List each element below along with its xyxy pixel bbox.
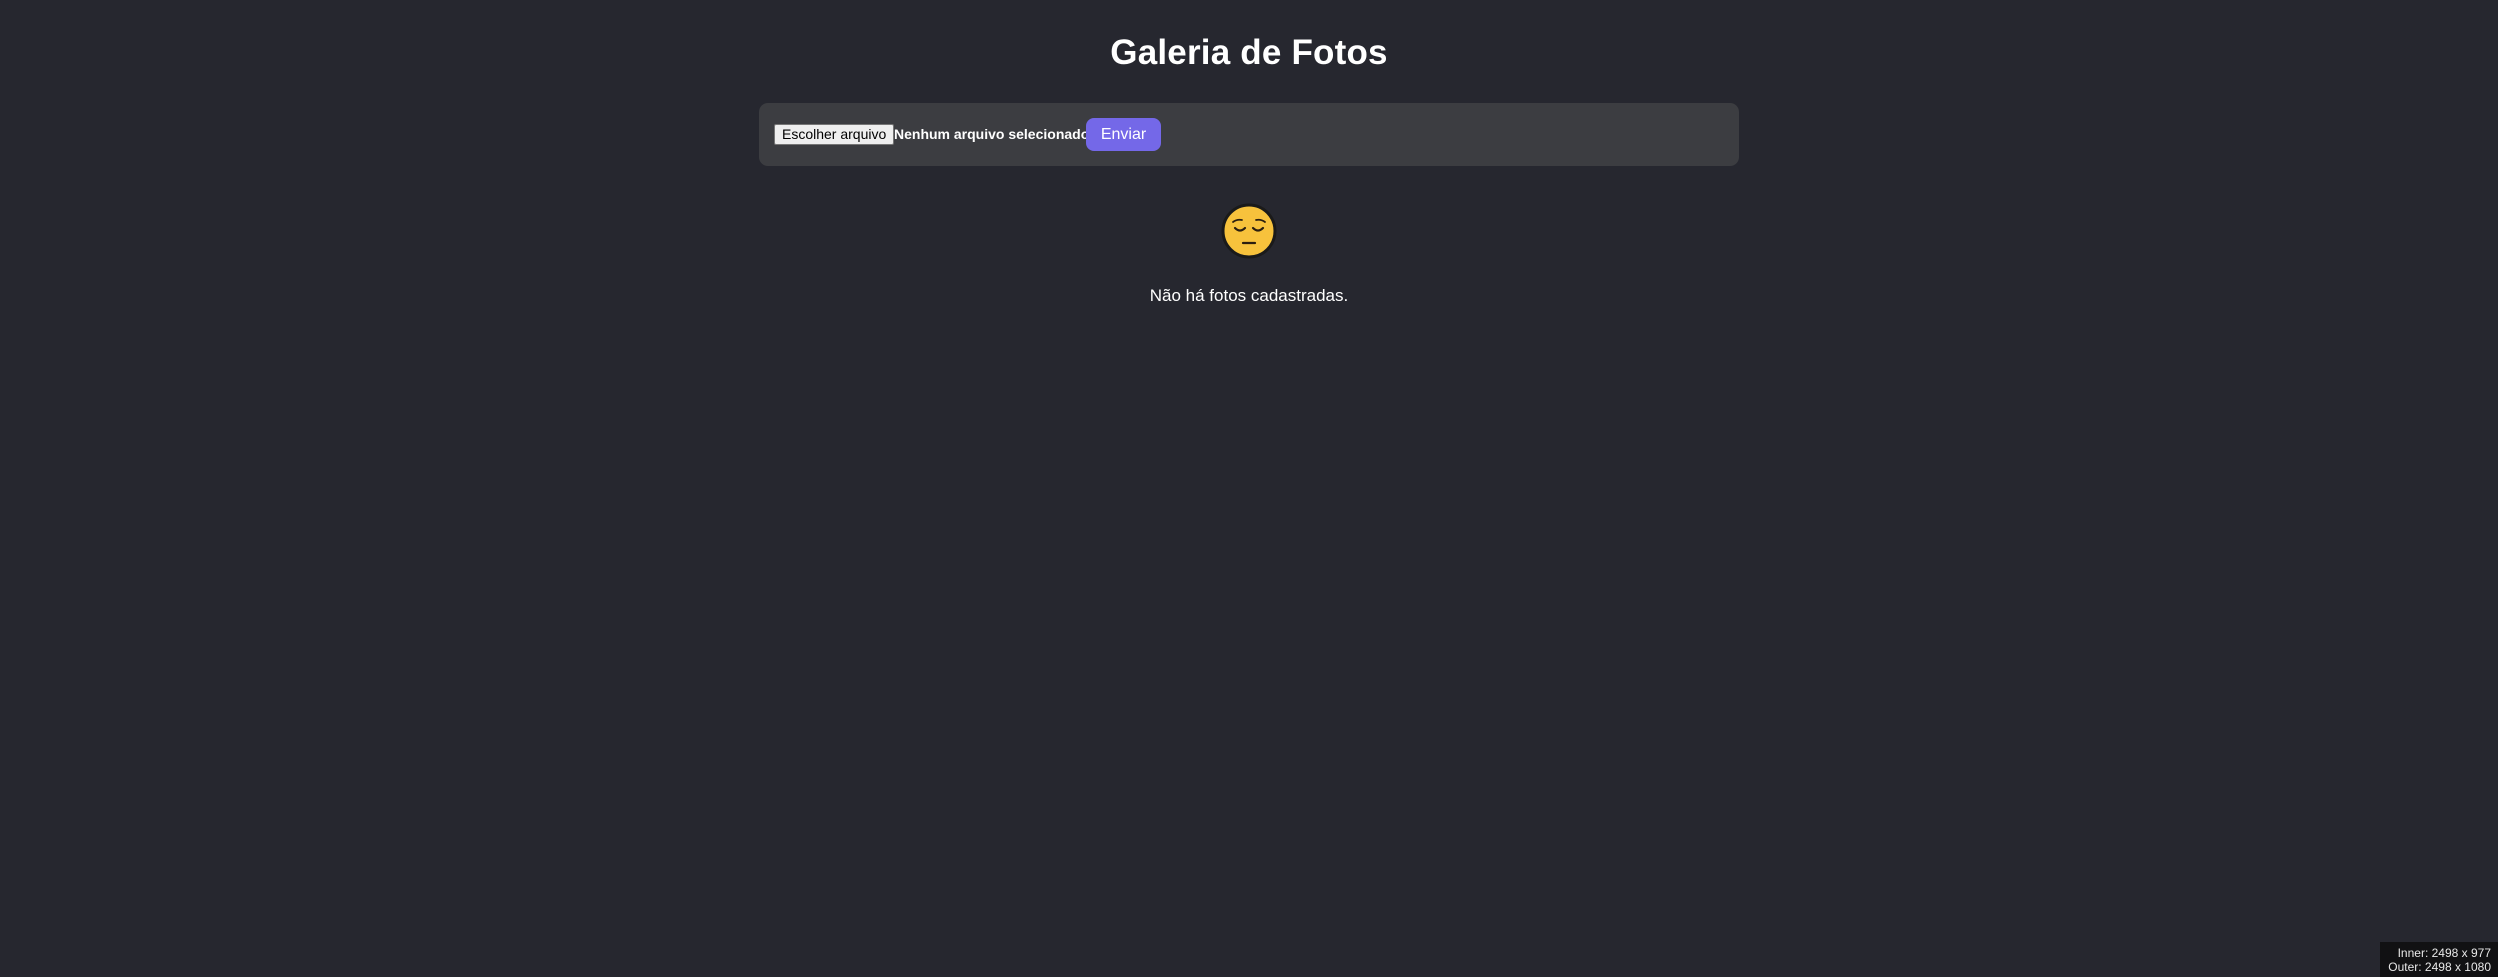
empty-state: Não há fotos cadastradas. [0, 203, 2498, 307]
upload-form: Escolher arquivo Nenhum arquivo selecion… [759, 103, 1739, 166]
page-title: Galeria de Fotos [1110, 33, 1388, 72]
viewport-outer-size: Outer: 2498 x 1080 [2388, 960, 2491, 974]
viewport-size-badge: Inner: 2498 x 977 Outer: 2498 x 1080 [2380, 942, 2498, 977]
viewport-inner-size: Inner: 2498 x 977 [2397, 946, 2491, 960]
pensive-face-icon [1221, 203, 1277, 259]
file-status-label: Nenhum arquivo selecionado [894, 126, 1090, 142]
submit-button[interactable]: Enviar [1086, 118, 1161, 151]
empty-message: Não há fotos cadastradas. [1149, 286, 1349, 305]
choose-file-button[interactable]: Escolher arquivo [774, 124, 895, 145]
